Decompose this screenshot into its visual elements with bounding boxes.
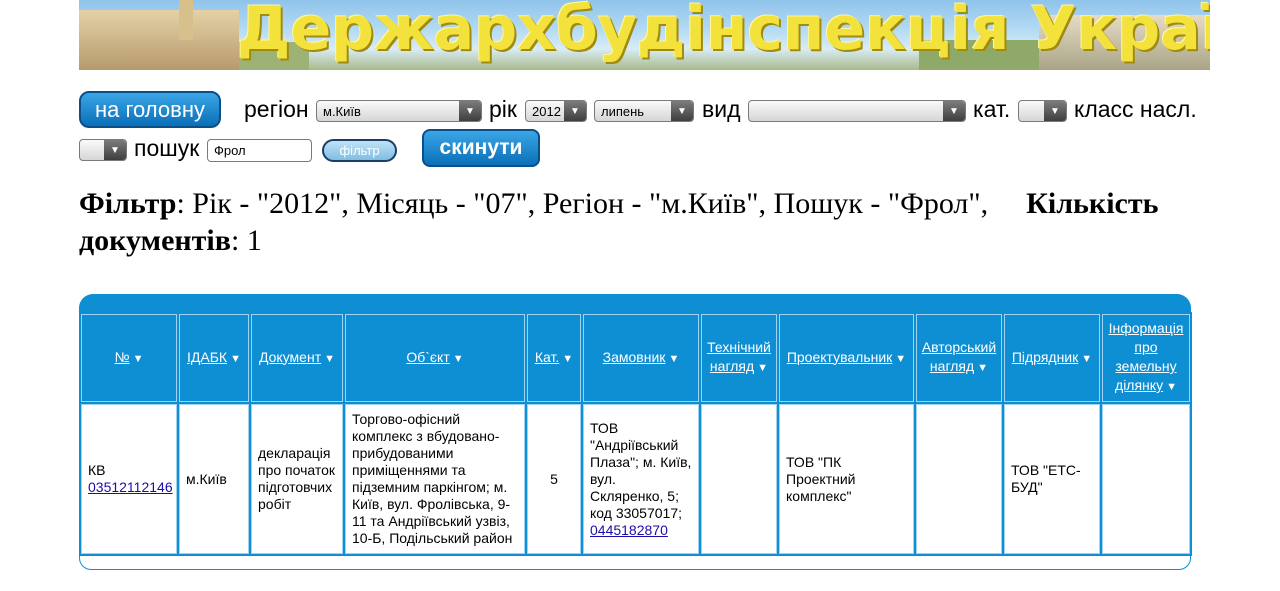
chevron-down-icon: ▼: [459, 101, 481, 121]
sort-arrow-icon[interactable]: ▼: [453, 353, 464, 365]
cell-document: декларація про початок підготовчих робіт: [251, 404, 343, 554]
filter-button[interactable]: фільтр: [322, 139, 397, 162]
chevron-down-icon: ▼: [564, 101, 586, 121]
sort-link-category[interactable]: Кат.: [535, 349, 559, 365]
type-label: вид: [702, 96, 741, 122]
chevron-down-icon: ▼: [1044, 101, 1066, 121]
region-select[interactable]: м.Київ ▼: [316, 100, 482, 122]
sort-arrow-icon[interactable]: ▼: [562, 353, 573, 365]
search-label: пошук: [134, 135, 200, 161]
year-select-value: 2012: [532, 103, 561, 119]
document-number-link[interactable]: 03512112146: [88, 479, 173, 495]
banner-building: [79, 10, 239, 70]
class-label: класс насл.: [1074, 96, 1197, 122]
column-header-idabk[interactable]: ІДАБК ▼: [179, 314, 249, 402]
category-select[interactable]: ▼: [1018, 100, 1067, 122]
sort-link-idabk[interactable]: ІДАБК: [187, 349, 227, 365]
chevron-down-icon: ▼: [671, 101, 693, 121]
type-select[interactable]: ▼: [748, 100, 966, 122]
sort-arrow-icon[interactable]: ▼: [324, 353, 335, 365]
documents-table: № ▼ ІДАБК ▼ Документ ▼ Об`єкт ▼ Кат. ▼ Замовн…: [79, 312, 1192, 556]
number-prefix: КВ: [88, 462, 106, 478]
cell-contractor: ТОВ "ЕТС-БУД": [1004, 404, 1100, 554]
column-header-contractor[interactable]: Підрядник ▼: [1004, 314, 1100, 402]
customer-text: ТОВ "Андріївський Плаза"; м. Київ, вул. …: [590, 419, 692, 521]
column-header-land-info[interactable]: Інформація про земельну ділянку ▼: [1102, 314, 1190, 402]
sort-arrow-icon[interactable]: ▼: [757, 362, 768, 374]
region-select-value: м.Київ: [323, 103, 361, 119]
search-input[interactable]: Фрол: [207, 139, 312, 162]
sort-link-designer[interactable]: Проектувальник: [787, 349, 892, 365]
banner-title: Держархбудінспекція України: [237, 0, 1210, 64]
cell-tech-supervision: [701, 404, 777, 554]
year-label: рік: [489, 96, 517, 122]
column-header-designer[interactable]: Проектувальник ▼: [779, 314, 914, 402]
sort-arrow-icon[interactable]: ▼: [133, 353, 144, 365]
sort-arrow-icon[interactable]: ▼: [668, 353, 679, 365]
cell-author-supervision: [916, 404, 1002, 554]
cell-object: Торгово-офісний комплекс з вбудовано-при…: [345, 404, 525, 554]
column-header-document[interactable]: Документ ▼: [251, 314, 343, 402]
cell-idabk: м.Київ: [179, 404, 249, 554]
category-label: кат.: [973, 96, 1011, 122]
class-select[interactable]: ▼: [79, 139, 127, 161]
column-header-customer[interactable]: Замовник ▼: [583, 314, 699, 402]
sort-link-contractor[interactable]: Підрядник: [1012, 349, 1078, 365]
customer-phone-link[interactable]: 0445182870: [590, 522, 668, 538]
column-header-tech-supervision[interactable]: Технічний нагляд ▼: [701, 314, 777, 402]
column-header-number[interactable]: № ▼: [81, 314, 177, 402]
filter-text: : Рік - "2012", Місяць - "07", Регіон - …: [176, 187, 989, 220]
banner-tower: [179, 0, 193, 40]
home-button[interactable]: на головну: [79, 91, 221, 128]
chevron-down-icon: ▼: [104, 140, 126, 160]
table-row: КВ 03512112146 м.Київ декларація про поча…: [81, 404, 1190, 554]
table-bottom-bar: [79, 556, 1191, 570]
filter-summary: Фільтр: Рік - "2012", Місяць - "07", Рег…: [79, 185, 1219, 259]
sort-arrow-icon[interactable]: ▼: [977, 362, 988, 374]
month-select-value: липень: [601, 103, 645, 119]
sort-arrow-icon[interactable]: ▼: [230, 353, 241, 365]
sort-link-number[interactable]: №: [115, 349, 130, 365]
header-banner: Держархбудінспекція України: [79, 0, 1210, 70]
chevron-down-icon: ▼: [943, 101, 965, 121]
sort-link-customer[interactable]: Замовник: [603, 349, 666, 365]
documents-table-container: № ▼ ІДАБК ▼ Документ ▼ Об`єкт ▼ Кат. ▼ Замовн…: [79, 294, 1192, 571]
column-header-category[interactable]: Кат. ▼: [527, 314, 581, 402]
year-select[interactable]: 2012 ▼: [525, 100, 587, 122]
month-select[interactable]: липень ▼: [594, 100, 694, 122]
column-header-object[interactable]: Об`єкт ▼: [345, 314, 525, 402]
cell-land-info: [1102, 404, 1190, 554]
document-count-value: : 1: [230, 224, 262, 257]
reset-button[interactable]: скинути: [422, 129, 540, 167]
filter-label: Фільтр: [79, 187, 177, 220]
sort-link-document[interactable]: Документ: [259, 349, 321, 365]
cell-customer: ТОВ "Андріївський Плаза"; м. Київ, вул. …: [583, 404, 699, 554]
cell-designer: ТОВ "ПК Проектний комплекс": [779, 404, 914, 554]
cell-category: 5: [527, 404, 581, 554]
table-header-row: № ▼ ІДАБК ▼ Документ ▼ Об`єкт ▼ Кат. ▼ Замовн…: [81, 314, 1190, 402]
table-top-bar: [79, 294, 1191, 314]
column-header-author-supervision[interactable]: Авторський нагляд ▼: [916, 314, 1002, 402]
region-label: регіон: [244, 96, 309, 122]
cell-number: КВ 03512112146: [81, 404, 177, 554]
sort-link-object[interactable]: Об`єкт: [406, 349, 449, 365]
sort-arrow-icon[interactable]: ▼: [1081, 353, 1092, 365]
sort-arrow-icon[interactable]: ▼: [1166, 381, 1177, 393]
sort-arrow-icon[interactable]: ▼: [895, 353, 906, 365]
